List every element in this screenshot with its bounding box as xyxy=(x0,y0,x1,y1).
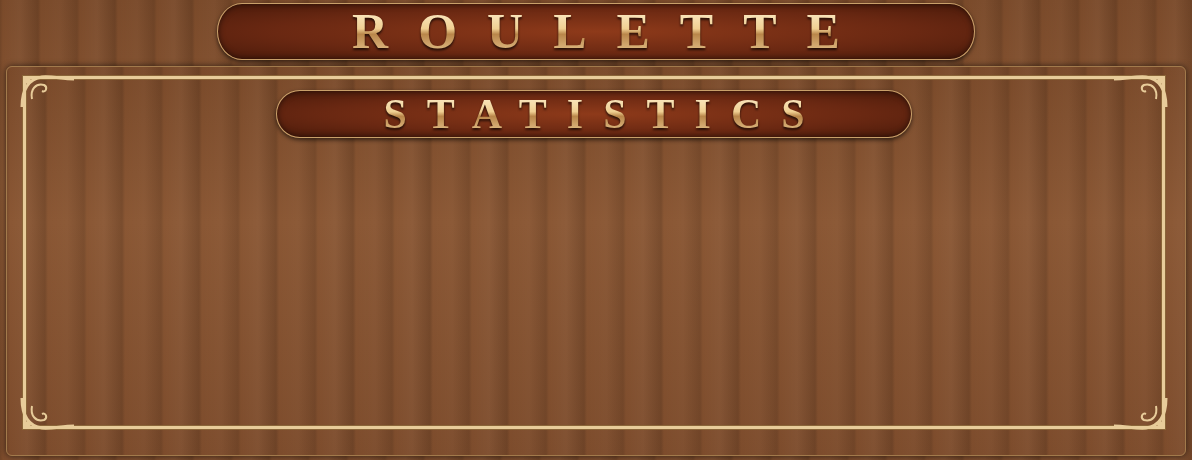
statistics-frame: STATISTICS xyxy=(23,76,1165,429)
panel-title: STATISTICS xyxy=(363,91,824,137)
statistics-panel: STATISTICS xyxy=(6,66,1186,456)
corner-ornament-icon xyxy=(18,394,78,434)
corner-ornament-icon xyxy=(1110,71,1170,111)
roulette-statistics-screen: ROULETTE STATISTICS xyxy=(0,0,1192,460)
panel-title-plaque: STATISTICS xyxy=(276,90,912,138)
title: ROULETTE xyxy=(322,4,870,59)
corner-ornament-icon xyxy=(18,71,78,111)
title-plaque: ROULETTE xyxy=(217,3,975,60)
corner-ornament-icon xyxy=(1110,394,1170,434)
